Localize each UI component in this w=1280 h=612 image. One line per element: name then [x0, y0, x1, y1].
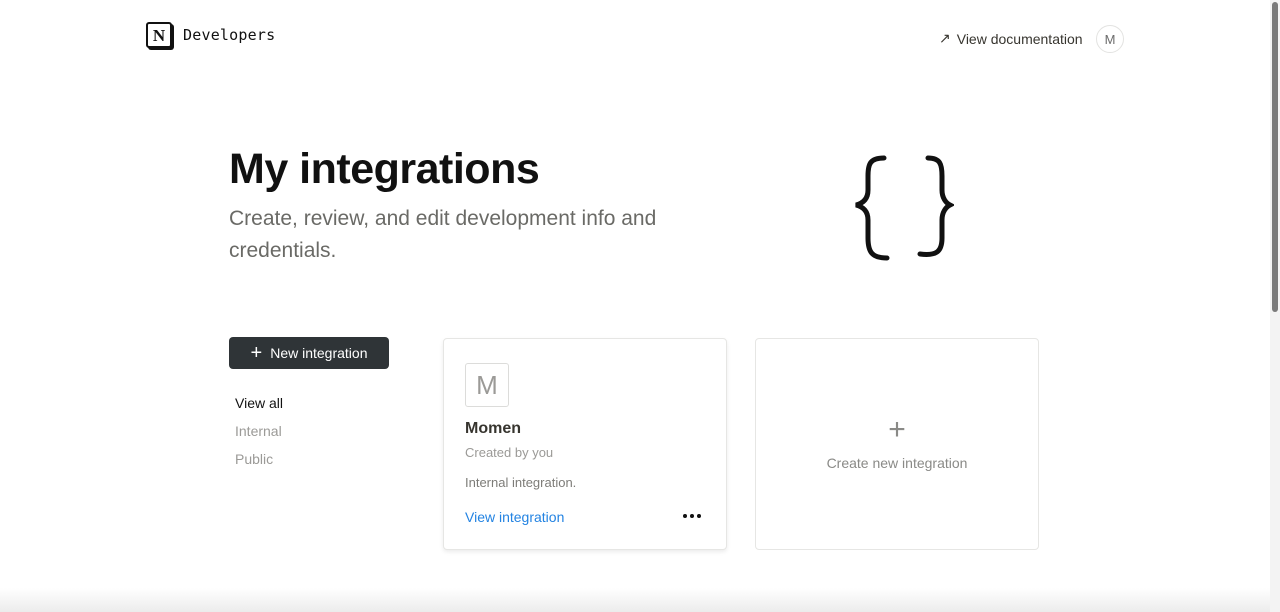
brand[interactable]: N Developers — [146, 22, 275, 48]
brand-text: Developers — [183, 26, 276, 44]
plus-icon: + — [888, 413, 906, 446]
integration-description: Internal integration. — [465, 475, 577, 490]
new-integration-label: New integration — [270, 345, 368, 361]
create-integration-label: Create new integration — [826, 455, 968, 471]
integration-card[interactable]: M Momen Created by you Internal integrat… — [443, 338, 727, 550]
more-options-button[interactable] — [678, 506, 706, 526]
integration-creator: Created by you — [465, 445, 554, 460]
bottom-shadow — [0, 588, 1270, 612]
integration-name: Momen — [465, 420, 521, 437]
more-dot-icon — [697, 514, 701, 518]
view-documentation-label: View documentation — [956, 30, 1083, 47]
plus-icon: + — [250, 342, 263, 364]
create-integration-card[interactable]: + Create new integration — [755, 338, 1039, 550]
page: N Developers ↗ View documentation M My i… — [0, 0, 1270, 612]
avatar[interactable]: M — [1096, 25, 1124, 53]
scrollbar-thumb[interactable] — [1272, 2, 1278, 312]
filter-public[interactable]: Public — [235, 451, 283, 479]
filter-view-all[interactable]: View all — [235, 395, 283, 423]
page-subtitle: Create, review, and edit development inf… — [229, 207, 657, 262]
notion-logo-icon: N — [146, 22, 172, 48]
view-documentation-link[interactable]: ↗ View documentation — [939, 30, 1083, 47]
filter-internal[interactable]: Internal — [235, 423, 283, 451]
more-dot-icon — [683, 514, 687, 518]
scrollbar[interactable] — [1270, 0, 1280, 612]
integration-icon: M — [465, 363, 509, 407]
view-integration-link[interactable]: View integration — [465, 509, 564, 525]
avatar-initial: M — [1104, 31, 1116, 47]
integration-filters: View all Internal Public — [235, 395, 283, 479]
logo-letter: N — [152, 25, 166, 45]
arrow-up-right-icon: ↗ — [939, 30, 951, 46]
more-dot-icon — [690, 514, 694, 518]
new-integration-button[interactable]: + New integration — [229, 337, 389, 369]
page-title: My integrations — [229, 145, 540, 193]
curly-braces-icon — [855, 155, 954, 261]
